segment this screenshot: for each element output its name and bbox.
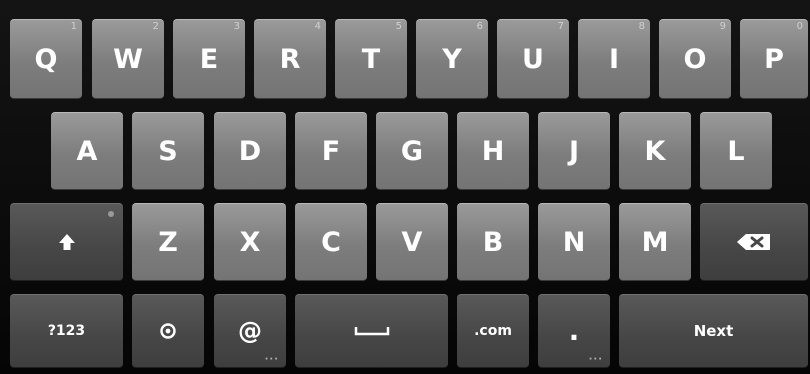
key-o-label: O <box>683 43 707 75</box>
key-z[interactable]: Z <box>132 203 204 281</box>
key-u[interactable]: U 7 <box>497 19 569 99</box>
key-q-hint: 1 <box>70 21 77 32</box>
key-n-label: N <box>562 226 586 258</box>
key-q-label: Q <box>34 43 58 75</box>
key-b[interactable]: B <box>457 203 529 281</box>
at-key-label: @ <box>238 317 262 345</box>
key-y-hint: 6 <box>476 21 483 32</box>
key-s[interactable]: S <box>132 112 204 190</box>
shift-indicator-dot <box>108 211 114 217</box>
more-options-dots: ··· <box>588 354 603 365</box>
key-q[interactable]: Q 1 <box>10 19 82 99</box>
shift-arrow-icon <box>57 232 77 252</box>
key-z-label: Z <box>158 226 178 258</box>
key-f-label: F <box>321 135 341 167</box>
symbols-key[interactable]: ?123 <box>10 294 123 368</box>
space-key[interactable] <box>295 294 448 368</box>
key-t-hint: 5 <box>395 21 402 32</box>
key-b-label: B <box>482 226 504 258</box>
key-y[interactable]: Y 6 <box>416 19 488 99</box>
key-a-label: A <box>76 135 98 167</box>
key-g[interactable]: G <box>376 112 448 190</box>
key-j-label: J <box>568 135 580 167</box>
key-l[interactable]: L <box>700 112 772 190</box>
dotcom-key[interactable]: .com <box>457 294 529 368</box>
period-key-label: . <box>568 314 580 347</box>
key-i-label: I <box>608 43 620 75</box>
key-h[interactable]: H <box>457 112 529 190</box>
key-v-label: V <box>401 226 423 258</box>
key-w-hint: 2 <box>152 21 159 32</box>
key-d-label: D <box>238 135 262 167</box>
next-key-label: Next <box>693 322 734 340</box>
period-key[interactable]: . ··· <box>538 294 610 368</box>
key-w-label: W <box>113 43 143 75</box>
key-s-label: S <box>158 135 178 167</box>
key-r-label: R <box>279 43 301 75</box>
key-t[interactable]: T 5 <box>335 19 407 99</box>
key-u-hint: 7 <box>557 21 564 32</box>
soft-keyboard: Q 1 W 2 E 3 R 4 T 5 Y 6 U 7 I 8 O 9 P 0 … <box>0 0 810 374</box>
key-e[interactable]: E 3 <box>173 19 245 99</box>
key-k[interactable]: K <box>619 112 691 190</box>
shift-key[interactable] <box>10 203 123 281</box>
key-i-hint: 8 <box>638 21 645 32</box>
key-m[interactable]: M <box>619 203 691 281</box>
key-p-label: P <box>764 43 784 75</box>
key-k-label: K <box>644 135 666 167</box>
key-h-label: H <box>481 135 505 167</box>
key-o-hint: 9 <box>719 21 726 32</box>
key-i[interactable]: I 8 <box>578 19 650 99</box>
key-l-label: L <box>727 135 745 167</box>
key-r[interactable]: R 4 <box>254 19 326 99</box>
backspace-key[interactable] <box>700 203 808 281</box>
dotcom-key-label: .com <box>474 323 512 339</box>
key-p-hint: 0 <box>796 21 803 32</box>
key-n[interactable]: N <box>538 203 610 281</box>
key-r-hint: 4 <box>314 21 321 32</box>
key-p[interactable]: P 0 <box>740 19 808 99</box>
key-t-label: T <box>361 43 381 75</box>
key-y-label: Y <box>442 43 462 75</box>
voice-input-key[interactable] <box>132 294 204 368</box>
key-a[interactable]: A <box>51 112 123 190</box>
symbols-key-label: ?123 <box>47 323 86 339</box>
key-e-label: E <box>199 43 219 75</box>
key-v[interactable]: V <box>376 203 448 281</box>
key-d[interactable]: D <box>214 112 286 190</box>
key-c[interactable]: C <box>295 203 367 281</box>
more-options-dots: ··· <box>264 354 279 365</box>
key-x-label: X <box>239 226 261 258</box>
backspace-icon <box>736 232 772 252</box>
key-f[interactable]: F <box>295 112 367 190</box>
at-key[interactable]: @ ··· <box>214 294 286 368</box>
space-bar-icon <box>354 325 390 337</box>
key-c-label: C <box>321 226 341 258</box>
next-key[interactable]: Next <box>619 294 808 368</box>
key-u-label: U <box>522 43 544 75</box>
key-g-label: G <box>400 135 424 167</box>
key-e-hint: 3 <box>233 21 240 32</box>
microphone-settings-icon <box>160 323 176 339</box>
key-m-label: M <box>641 226 669 258</box>
key-j[interactable]: J <box>538 112 610 190</box>
key-o[interactable]: O 9 <box>659 19 731 99</box>
key-x[interactable]: X <box>214 203 286 281</box>
key-w[interactable]: W 2 <box>92 19 164 99</box>
